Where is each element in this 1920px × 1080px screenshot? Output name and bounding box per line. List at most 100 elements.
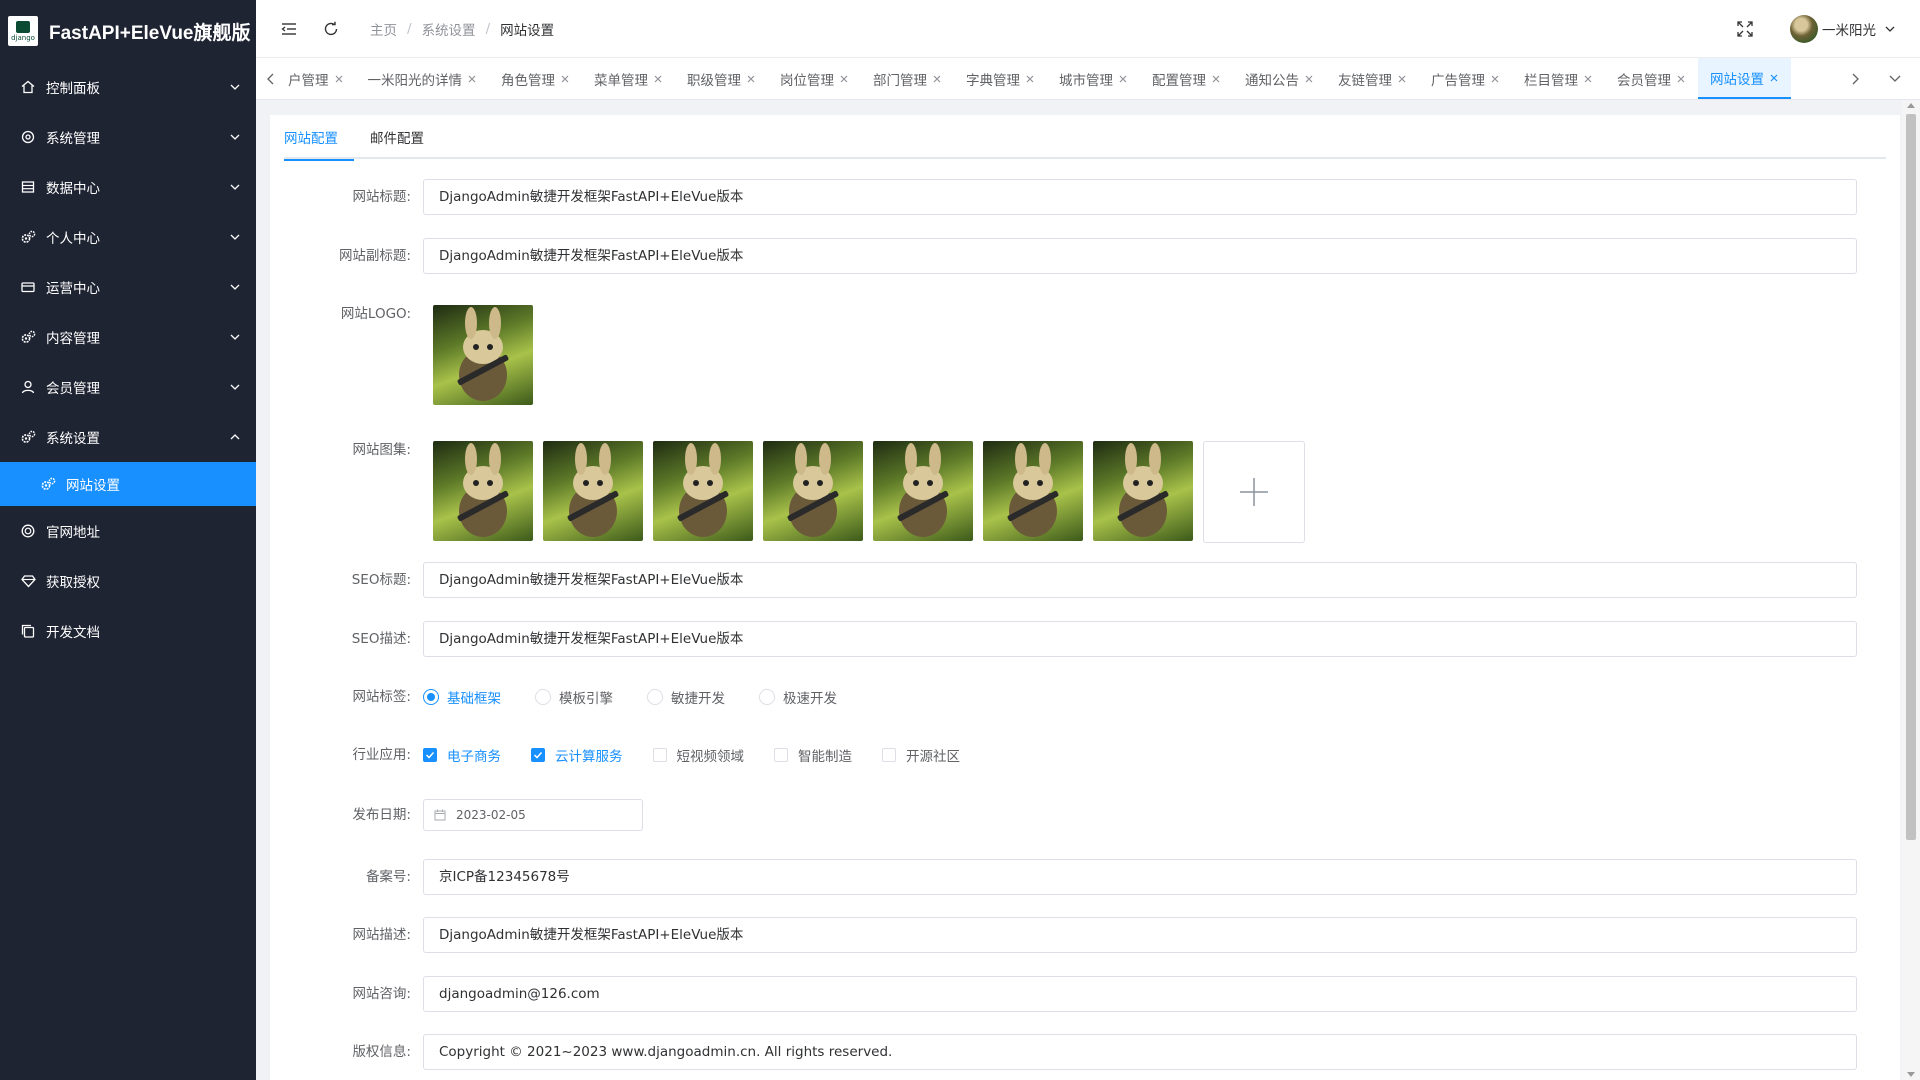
tab-email-config[interactable]: 邮件配置	[354, 115, 440, 159]
seo-title-input[interactable]: DjangoAdmin敏捷开发框架FastAPI+EleVue版本	[423, 562, 1857, 598]
gallery-upload-button[interactable]	[1203, 441, 1305, 543]
gallery-image[interactable]	[873, 441, 973, 541]
scrollbar[interactable]	[1902, 100, 1920, 1080]
close-icon[interactable]	[1676, 74, 1686, 84]
gallery-image[interactable]	[433, 441, 533, 541]
close-icon[interactable]	[839, 74, 849, 84]
scroll-down-icon[interactable]	[1907, 1072, 1915, 1077]
avatar[interactable]	[1790, 14, 1818, 43]
sidebar-item-system-settings[interactable]: 系统设置	[0, 412, 256, 462]
breadcrumb-home[interactable]: 主页	[370, 19, 397, 39]
sidebar-item-data-center[interactable]: 数据中心	[0, 162, 256, 212]
close-icon[interactable]	[653, 74, 663, 84]
tab-city-management[interactable]: 城市管理	[1047, 58, 1140, 99]
close-icon[interactable]	[746, 74, 756, 84]
close-icon[interactable]	[1304, 74, 1314, 84]
sidebar-item-system-management[interactable]: 系统管理	[0, 112, 256, 162]
checkbox-cloud[interactable]: 云计算服务	[531, 745, 623, 765]
sidebar-item-content-management[interactable]: 内容管理	[0, 312, 256, 362]
tab-user-management[interactable]: 户管理	[286, 58, 356, 99]
sidebar-item-member-management[interactable]: 会员管理	[0, 362, 256, 412]
site-gallery-label: 网站图集:	[352, 442, 411, 458]
tab-role-management[interactable]: 角色管理	[489, 58, 582, 99]
tab-dictionary-management[interactable]: 字典管理	[954, 58, 1047, 99]
radio-template-engine[interactable]: 模板引擎	[535, 687, 613, 707]
close-icon[interactable]	[1769, 73, 1779, 83]
tab-user-detail[interactable]: 一米阳光的详情	[356, 58, 490, 99]
site-desc-input[interactable]: DjangoAdmin敏捷开发框架FastAPI+EleVue版本	[423, 917, 1857, 953]
gallery-image[interactable]	[543, 441, 643, 541]
check-icon	[531, 748, 545, 762]
close-icon[interactable]	[1490, 74, 1500, 84]
icp-input[interactable]: 京ICP备12345678号	[423, 859, 1857, 895]
close-icon[interactable]	[560, 74, 570, 84]
close-icon[interactable]	[1583, 74, 1593, 84]
tab-ad-management[interactable]: 广告管理	[1419, 58, 1512, 99]
checkbox-short-video[interactable]: 短视频领域	[652, 745, 744, 765]
industry-checkbox-group: 电子商务 云计算服务 短视频领域 智能制造 开源社区	[423, 737, 1886, 773]
copyright-label: 版权信息:	[352, 1044, 411, 1060]
tab-menu-management[interactable]: 菜单管理	[582, 58, 675, 99]
copyright-input[interactable]: Copyright © 2021~2023 www.djangoadmin.cn…	[423, 1034, 1857, 1070]
sidebar-item-official-site[interactable]: 官网地址	[0, 506, 256, 556]
radio-dot	[423, 689, 439, 705]
radio-agile-dev[interactable]: 敏捷开发	[647, 687, 725, 707]
tabs-scroll-right-icon[interactable]	[1840, 58, 1870, 99]
sidebar-item-operation-center[interactable]: 运营中心	[0, 262, 256, 312]
refresh-icon[interactable]	[322, 20, 340, 38]
tab-link-management[interactable]: 友链管理	[1326, 58, 1419, 99]
gallery-image[interactable]	[1093, 441, 1193, 541]
site-title-input[interactable]: DjangoAdmin敏捷开发框架FastAPI+EleVue版本	[423, 179, 1857, 215]
tab-website-settings[interactable]: 网站设置	[1698, 58, 1791, 99]
checkbox-ecommerce[interactable]: 电子商务	[423, 745, 501, 765]
sidebar-item-dashboard[interactable]: 控制面板	[0, 62, 256, 112]
close-icon[interactable]	[1397, 74, 1407, 84]
tabs-scroll-left-icon[interactable]	[256, 58, 286, 99]
checkbox-smart-manufacturing[interactable]: 智能制造	[774, 745, 852, 765]
breadcrumb-system-settings[interactable]: 系统设置	[422, 19, 476, 39]
user-name[interactable]: 一米阳光	[1822, 19, 1876, 39]
tab-level-management[interactable]: 职级管理	[675, 58, 768, 99]
publish-date-picker[interactable]: 2023-02-05	[423, 799, 643, 831]
close-icon[interactable]	[467, 74, 477, 84]
scroll-up-icon[interactable]	[1907, 103, 1915, 108]
tabs-dropdown-icon[interactable]	[1870, 58, 1920, 99]
tab-department-management[interactable]: 部门管理	[861, 58, 954, 99]
tab-column-management[interactable]: 栏目管理	[1512, 58, 1605, 99]
brand[interactable]: django FastAPI+EleVue旗舰版	[0, 0, 256, 62]
seo-desc-input[interactable]: DjangoAdmin敏捷开发框架FastAPI+EleVue版本	[423, 621, 1857, 657]
site-logo-image[interactable]	[433, 305, 533, 405]
tab-position-management[interactable]: 岗位管理	[768, 58, 861, 99]
chevron-down-icon	[230, 184, 240, 190]
site-logo-label: 网站LOGO:	[340, 306, 411, 322]
tab-config-management[interactable]: 配置管理	[1140, 58, 1233, 99]
radio-basic-framework[interactable]: 基础框架	[423, 687, 501, 707]
fullscreen-icon[interactable]	[1736, 20, 1754, 38]
radio-rapid-dev[interactable]: 极速开发	[759, 687, 837, 707]
gallery-image[interactable]	[763, 441, 863, 541]
sidebar-item-get-license[interactable]: 获取授权	[0, 556, 256, 606]
close-icon[interactable]	[1211, 74, 1221, 84]
scrollbar-thumb[interactable]	[1906, 114, 1916, 840]
close-icon[interactable]	[334, 74, 344, 84]
sidebar-item-personal-center[interactable]: 个人中心	[0, 212, 256, 262]
close-icon[interactable]	[1025, 74, 1035, 84]
site-subtitle-input[interactable]: DjangoAdmin敏捷开发框架FastAPI+EleVue版本	[423, 238, 1857, 274]
contact-input[interactable]: djangoadmin@126.com	[423, 976, 1857, 1012]
sidebar-item-website-settings[interactable]: 网站设置	[0, 462, 256, 506]
close-icon[interactable]	[1118, 74, 1128, 84]
tab-notice[interactable]: 通知公告	[1233, 58, 1326, 99]
form-row-seo-desc: SEO描述: DjangoAdmin敏捷开发框架FastAPI+EleVue版本	[270, 621, 1900, 657]
check-icon	[423, 748, 437, 762]
menu-fold-icon[interactable]	[280, 20, 298, 38]
chevron-down-icon[interactable]	[1884, 23, 1896, 35]
form-row-copyright: 版权信息: Copyright © 2021~2023 www.djangoad…	[270, 1034, 1900, 1070]
close-icon[interactable]	[932, 74, 942, 84]
django-logo-icon: django	[8, 16, 38, 46]
gallery-image[interactable]	[653, 441, 753, 541]
tab-website-config[interactable]: 网站配置	[284, 115, 354, 161]
checkbox-open-source[interactable]: 开源社区	[882, 745, 960, 765]
tab-member-management[interactable]: 会员管理	[1605, 58, 1698, 99]
sidebar-item-dev-docs[interactable]: 开发文档	[0, 606, 256, 656]
gallery-image[interactable]	[983, 441, 1083, 541]
